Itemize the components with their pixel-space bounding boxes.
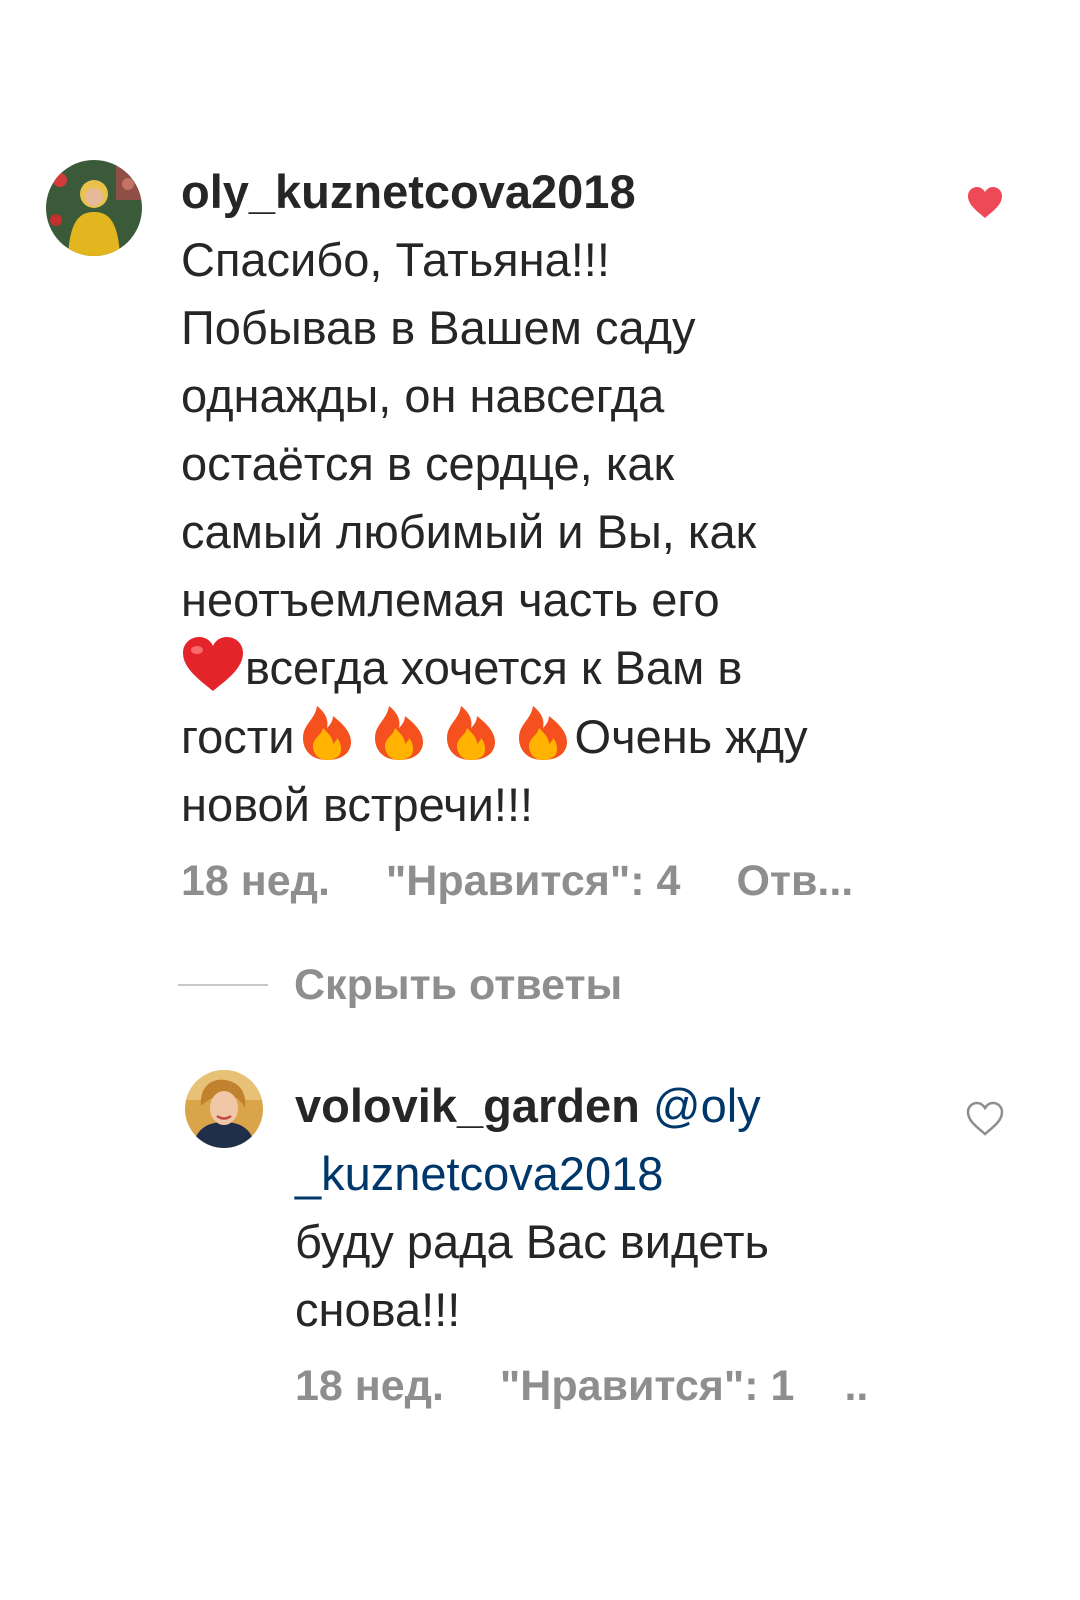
comment-text: oly_kuznetcova2018 Спасибо, Татьяна!!! П…	[181, 158, 921, 839]
reply-button[interactable]: Отв...	[736, 851, 853, 911]
avatar[interactable]	[46, 160, 142, 256]
comment-line: самый любимый и Вы, как	[181, 505, 757, 558]
comment-line: новой встречи!!!	[181, 778, 534, 831]
like-button[interactable]	[965, 1099, 1005, 1139]
comment-text: volovik_garden @oly _kuznetcova2018 буду…	[295, 1072, 925, 1344]
user-avatar-icon	[46, 160, 142, 256]
user-avatar-icon	[185, 1070, 263, 1148]
comment-line: буду рада Вас видеть	[295, 1215, 769, 1268]
comment-line: Спасибо, Татьяна!!!	[181, 233, 610, 286]
comment-line: Очень жду	[574, 710, 808, 763]
heart-filled-icon	[968, 187, 1002, 218]
heart-outline-icon	[966, 1101, 1004, 1136]
comment-likes-count[interactable]: "Нравится": 4	[386, 851, 681, 911]
comment-line: однажды, он навсегда	[181, 369, 665, 422]
comment-likes-count[interactable]: "Нравится": 1	[500, 1356, 795, 1416]
comment-timestamp: 18 нед.	[181, 857, 330, 905]
fire-emoji-icon	[367, 702, 431, 762]
fire-emoji-icon	[511, 702, 575, 762]
fire-emoji-icon	[439, 702, 503, 762]
mention-link[interactable]: @oly	[653, 1079, 761, 1132]
red-heart-emoji-icon	[181, 637, 245, 693]
fire-emoji-icon	[295, 702, 359, 762]
avatar[interactable]	[185, 1070, 263, 1148]
divider	[178, 984, 268, 986]
comment-line: остаётся в сердце, как	[181, 437, 675, 490]
hide-replies-label: Скрыть ответы	[294, 961, 623, 1009]
comment-meta: 18 нед. "Нравится": 4 Отв...	[181, 851, 921, 911]
comment: volovik_garden @oly _kuznetcova2018 буду…	[295, 1072, 925, 1416]
hide-replies-button[interactable]: Скрыть ответы	[178, 955, 622, 1015]
comment-line: всегда хочется к Вам в	[245, 641, 743, 694]
comment-line: неотъемлемая часть его	[181, 573, 720, 626]
comment-username[interactable]: oly_kuznetcova2018	[181, 165, 636, 218]
like-button[interactable]	[965, 183, 1005, 223]
comment-username[interactable]: volovik_garden	[295, 1079, 640, 1132]
comment-line: Побывав в Вашем саду	[181, 301, 696, 354]
comment-timestamp: 18 нед.	[295, 1362, 444, 1410]
reply-button[interactable]: ..	[844, 1356, 868, 1416]
comment-meta: 18 нед. "Нравится": 1 ..	[295, 1356, 925, 1416]
comment-line: снова!!!	[295, 1283, 461, 1336]
comment: oly_kuznetcova2018 Спасибо, Татьяна!!! П…	[181, 158, 921, 911]
mention-link[interactable]: _kuznetcova2018	[295, 1147, 663, 1200]
comment-line: гости	[181, 710, 295, 763]
